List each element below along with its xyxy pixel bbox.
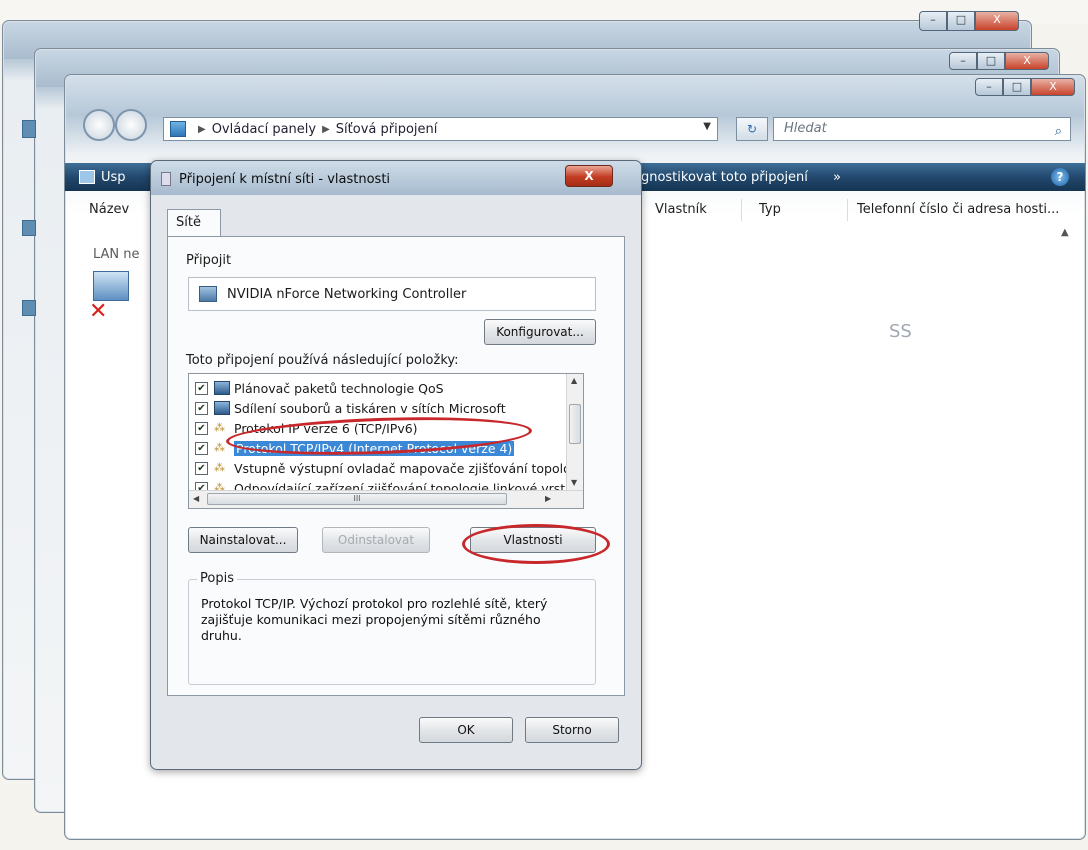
vertical-scrollbar[interactable]: ▲ ▼: [566, 374, 583, 492]
search-icon[interactable]: ⌕: [1055, 121, 1062, 143]
description-group: Popis Protokol TCP/IP. Výchozí protokol …: [188, 571, 596, 685]
window-fragment: [22, 220, 36, 236]
maximize-icon[interactable]: □: [947, 11, 975, 31]
scroll-thumb[interactable]: III: [207, 493, 507, 505]
configure-button[interactable]: Konfigurovat...: [484, 319, 596, 345]
more-commands-button[interactable]: »: [833, 170, 841, 185]
lan-properties-dialog: Připojení k místní síti - vlastnosti X S…: [150, 160, 642, 770]
minimize-icon[interactable]: –: [949, 52, 977, 70]
column-owner[interactable]: Vlastník: [655, 202, 707, 217]
caption-buttons: – □ X: [919, 11, 1019, 31]
column-divider[interactable]: [741, 199, 742, 221]
service-icon: [214, 401, 230, 415]
ok-button[interactable]: OK: [419, 717, 513, 743]
organize-menu[interactable]: Usp: [79, 170, 126, 185]
components-list[interactable]: ✔ Plánovač paketů technologie QoS ✔ Sdíl…: [188, 373, 584, 509]
dialog-title: Připojení k místní síti - vlastnosti: [179, 172, 391, 187]
caption-buttons: – □ X: [949, 52, 1049, 70]
scroll-left-icon[interactable]: ◀: [193, 494, 199, 503]
adapter-field: NVIDIA nForce Networking Controller: [188, 277, 596, 311]
connect-using-label: Připojit: [186, 253, 232, 268]
list-item[interactable]: ✔ ⁂ Protokol IP verze 6 (TCP/IPv6): [195, 418, 418, 438]
item-label: Sdílení souborů a tiskáren v sítích Micr…: [234, 400, 506, 416]
checkbox[interactable]: ✔: [195, 401, 208, 415]
caption-buttons: – □ X: [975, 78, 1075, 96]
networking-tab-panel: Připojit NVIDIA nForce Networking Contro…: [167, 236, 625, 696]
close-icon[interactable]: X: [1005, 52, 1049, 70]
breadcrumb-control-panel[interactable]: Ovládací panely: [212, 122, 316, 137]
scroll-thumb[interactable]: [569, 404, 581, 444]
organize-icon: [79, 170, 95, 184]
window-fragment: [22, 120, 36, 138]
address-bar[interactable]: ▶ Ovládací panely ▶ Síťová připojení ▼: [163, 117, 718, 141]
list-item-selected[interactable]: ✔ ⁂ Protokol TCP/IPv4 (Internet Protocol…: [195, 438, 515, 458]
list-item[interactable]: ✔ Sdílení souborů a tiskáren v sítích Mi…: [195, 398, 506, 418]
checkbox[interactable]: ✔: [195, 381, 208, 395]
item-label: Vstupně výstupní ovladač mapovače zjišťo…: [234, 460, 571, 476]
item-label: Protokol IP verze 6 (TCP/IPv6): [234, 420, 418, 436]
search-input[interactable]: Hledat ⌕: [773, 117, 1071, 141]
network-adapter-icon[interactable]: [93, 271, 129, 301]
tab-networking[interactable]: Sítě: [167, 209, 221, 237]
scroll-up-icon[interactable]: ▲: [571, 376, 577, 385]
description-title: Popis: [197, 571, 237, 586]
checkbox[interactable]: ✔: [195, 421, 208, 435]
refresh-button[interactable]: ↻: [736, 117, 768, 141]
horizontal-scrollbar[interactable]: ◀ III ▶: [189, 490, 583, 508]
back-button[interactable]: [83, 109, 115, 141]
column-phone-host[interactable]: Telefonní číslo či adresa hosti...: [857, 202, 1059, 217]
breadcrumb-network-connections[interactable]: Síťová připojení: [336, 122, 438, 137]
protocol-icon: ⁂: [214, 461, 225, 474]
scroll-up-icon[interactable]: ▲: [1061, 227, 1069, 238]
properties-button[interactable]: Vlastnosti: [470, 527, 596, 553]
lan-group-label: LAN ne: [93, 247, 140, 262]
install-button[interactable]: Nainstalovat...: [188, 527, 298, 553]
cancel-button[interactable]: Storno: [525, 717, 619, 743]
protocol-icon: ⁂: [214, 441, 225, 454]
maximize-icon[interactable]: □: [1003, 78, 1031, 96]
help-icon[interactable]: ?: [1051, 168, 1069, 186]
column-type[interactable]: Typ: [759, 202, 781, 217]
diagnose-connection-button[interactable]: agnostikovat toto připojení: [633, 170, 808, 185]
column-divider[interactable]: [847, 199, 848, 221]
adapter-name: NVIDIA nForce Networking Controller: [227, 286, 467, 302]
maximize-icon[interactable]: □: [977, 52, 1005, 70]
window-fragment: [22, 300, 36, 316]
breadcrumb-arrow-icon: ▶: [198, 123, 206, 135]
close-icon[interactable]: X: [975, 11, 1019, 31]
description-text: Protokol TCP/IP. Výchozí protokol pro ro…: [201, 596, 548, 643]
search-placeholder: Hledat: [784, 121, 827, 136]
forward-button[interactable]: [115, 109, 147, 141]
disconnected-x-icon: ✕: [89, 299, 108, 324]
item-label: Plánovač paketů technologie QoS: [234, 380, 444, 396]
column-name[interactable]: Název: [89, 202, 129, 217]
uninstall-button: Odinstalovat: [322, 527, 430, 553]
protocol-icon: ⁂: [214, 421, 225, 434]
organize-label: Usp: [101, 169, 126, 185]
close-button[interactable]: X: [565, 165, 613, 187]
scroll-down-icon[interactable]: ▼: [571, 478, 577, 487]
minimize-icon[interactable]: –: [975, 78, 1003, 96]
scroll-right-icon[interactable]: ▶: [545, 494, 551, 503]
control-panel-icon: [170, 121, 186, 137]
checkbox[interactable]: ✔: [195, 441, 208, 455]
checkbox[interactable]: ✔: [195, 461, 208, 475]
breadcrumb-arrow-icon: ▶: [322, 123, 330, 135]
close-icon[interactable]: X: [1031, 78, 1075, 96]
faded-background-text: SS: [889, 321, 912, 342]
items-label: Toto připojení používá následující polož…: [186, 353, 459, 368]
item-label: Protokol TCP/IPv4 (Internet Protocol ver…: [234, 440, 515, 456]
service-icon: [214, 381, 230, 395]
minimize-icon[interactable]: –: [919, 11, 947, 31]
list-item[interactable]: ✔ Plánovač paketů technologie QoS: [195, 378, 444, 398]
list-item[interactable]: ✔ ⁂ Vstupně výstupní ovladač mapovače zj…: [195, 458, 571, 478]
dialog-icon: [161, 172, 171, 186]
network-card-icon: [199, 286, 217, 302]
chevron-down-icon[interactable]: ▼: [703, 121, 711, 132]
